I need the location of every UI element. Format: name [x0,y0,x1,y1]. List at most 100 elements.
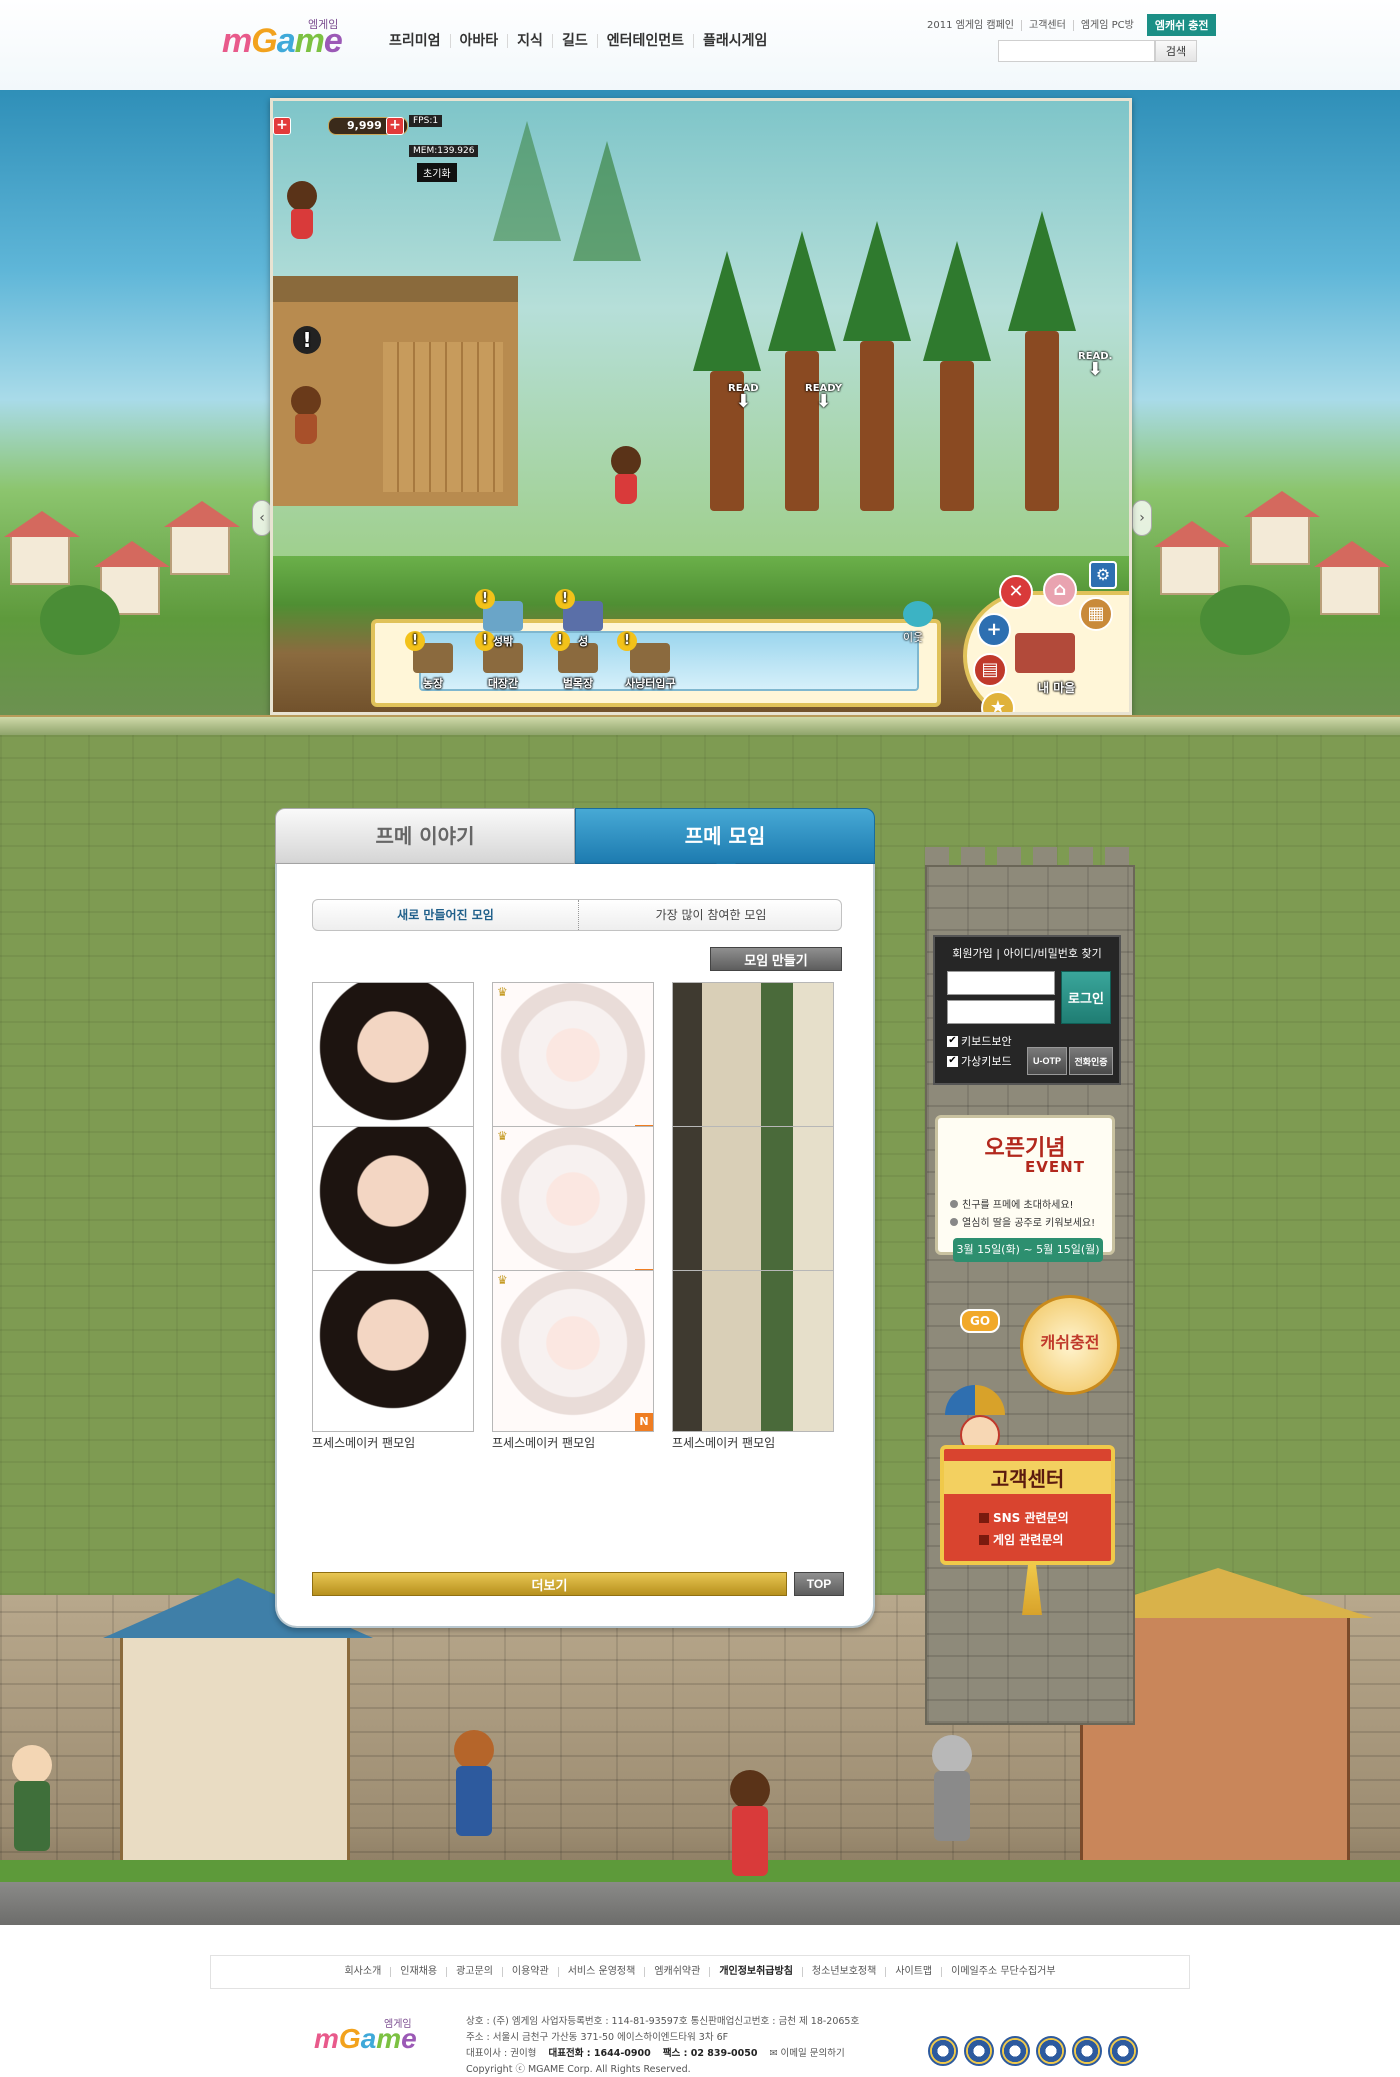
customer-center-link[interactable]: 고객센터 [1022,19,1074,31]
neighbor-icon [903,601,933,627]
scroll-right-arrow[interactable]: › [1132,500,1152,536]
meetup-caption[interactable]: 프세스메이커 팬모임 [672,1434,834,1451]
location-blacksmith[interactable]: ! 대장간 [475,631,523,691]
road-strip [0,1882,1400,1925]
nav-knowledge[interactable]: 지식 [508,34,553,48]
email-inquiry-link[interactable]: ✉ 이메일 문의하기 [770,2048,845,2059]
more-button[interactable]: 더보기 [312,1572,787,1596]
open-event-banner[interactable]: 오픈기념 EVENT 친구를 프메에 초대하세요! 열심히 딸을 공주로 키워보… [935,1115,1115,1262]
game-inquiry-link[interactable]: 게임 관련문의 [979,1531,1063,1548]
footer-link[interactable]: 이메일주소 무단수집거부 [942,1967,1064,1977]
nav-guild[interactable]: 길드 [553,34,598,48]
footer-link[interactable]: 이용약관 [503,1967,559,1977]
neighbor-button[interactable]: 이웃 [903,601,933,645]
tab-meetup[interactable]: 프메 모임 [575,808,875,875]
certification-badge-icon[interactable] [1036,2036,1066,2066]
location-hunting-ground[interactable]: ! 사냥터입구 [617,631,676,691]
password-input[interactable] [947,1000,1055,1024]
footer-link[interactable]: 서비스 운영정책 [559,1967,646,1977]
footer-link[interactable]: 광고문의 [447,1967,503,1977]
company-info: 상호 : (주) 엠게임 사업자등록번호 : 114-81-93597호 통신판… [466,2016,860,2027]
nav-avatar[interactable]: 아바타 [451,34,509,48]
meetup-thumbnail[interactable] [672,982,834,1144]
trophy-icon[interactable]: ★ [981,691,1015,712]
meetup-card[interactable]: 프세스메이커 팬모임 [672,1270,834,1450]
subtab-newest[interactable]: 새로 만들어진 모임 [313,900,578,930]
quest-exclaim-icon[interactable]: ! [293,326,321,354]
nav-flash-game[interactable]: 플래시게임 [694,34,776,48]
cash-charge-banner[interactable]: GO 캐쉬충전 [960,1295,1125,1395]
keyboard-security-checkbox[interactable]: ✔ 키보드보안 [947,1033,1012,1049]
footer-link[interactable]: 개인정보취급방침 [710,1967,803,1977]
meetup-caption[interactable]: 프세스메이커 팬모임 [312,1434,474,1451]
join-link[interactable]: 회원가입 [952,947,992,960]
location-farm[interactable]: ! 농장 [405,631,453,691]
village-house [1244,491,1320,565]
subtab-most-joined[interactable]: 가장 많이 참여한 모임 [578,900,843,930]
certification-badge-icon[interactable] [928,2036,958,2066]
certification-badge-icon[interactable] [964,2036,994,2066]
meetup-thumbnail[interactable] [672,1270,834,1432]
meetup-caption[interactable]: 프세스메이커 팬모임 [492,1434,654,1451]
certification-badge-icon[interactable] [1108,2036,1138,2066]
meetup-thumbnail[interactable] [672,1126,834,1288]
add-icon[interactable]: + [977,613,1011,647]
tab-story[interactable]: 프메 이야기 [275,808,575,864]
sns-inquiry-link[interactable]: SNS 관련문의 [979,1509,1069,1526]
shop-icon[interactable]: ⌂ [1043,573,1077,607]
create-meetup-button[interactable]: 모임 만들기 [710,947,842,971]
my-village-icon[interactable] [1015,633,1075,673]
inventory-icon[interactable]: ▤ [973,653,1007,687]
hud-add-button[interactable]: + [273,117,291,135]
certification-badge-icon[interactable] [1072,2036,1102,2066]
location-lumberyard[interactable]: ! 벌목장 [550,631,598,691]
my-village-label[interactable]: 내 마을 [1038,679,1075,696]
meetup-thumbnail[interactable]: ♛N [492,1270,654,1432]
hero-ledge [0,715,1400,735]
footer-link[interactable]: 인재채용 [391,1967,448,1977]
nav-premium[interactable]: 프리미엄 [380,34,451,48]
npc-girl[interactable] [611,446,641,506]
campaign-link[interactable]: 2011 엠게임 캠페인 [920,19,1023,31]
certification-badge-icon[interactable] [1000,2036,1030,2066]
virtual-keyboard-checkbox[interactable]: ✔ 가상키보드 [947,1053,1012,1069]
player-character[interactable] [287,181,317,241]
copyright: Copyright ⓒ MGAME Corp. All Rights Reser… [466,2064,691,2075]
location-castle[interactable]: ! 성 [555,589,603,649]
meetup-card[interactable]: ♛N 프세스메이커 팬모임 [492,1270,654,1450]
footer-link[interactable]: 청소년보호정책 [803,1967,887,1977]
meetup-thumbnail[interactable]: ♛N [492,1126,654,1288]
nav-entertainment[interactable]: 엔터테인먼트 [598,34,694,48]
fax-number: 팩스 : 02 839-0050 [662,2048,758,2059]
top-button[interactable]: TOP [794,1572,844,1596]
mcash-charge-button[interactable]: 엠캐쉬 충전 [1146,14,1217,36]
footer-link[interactable]: 회사소개 [335,1967,392,1977]
id-input[interactable] [947,971,1055,995]
reset-button[interactable]: 초기화 [417,163,457,182]
close-icon[interactable]: ✕ [999,575,1033,609]
login-button[interactable]: 로그인 [1061,971,1111,1024]
meetup-thumbnail[interactable] [312,1126,474,1288]
npc-woodcutter[interactable] [291,386,321,446]
meetup-thumbnail[interactable] [312,1270,474,1432]
phone-auth-button[interactable]: 전화인증 [1069,1047,1113,1075]
meetup-card[interactable]: 프세스메이커 팬모임 [312,1270,474,1450]
game-canvas[interactable]: + 9,999 + FPS:1 MEM:139.926 초기화 READ ⬇ RE… [270,98,1132,715]
settings-gear-icon[interactable]: ⚙ [1089,561,1117,589]
uotp-button[interactable]: U-OTP [1027,1047,1067,1075]
location-outside-castle[interactable]: ! 성밖 [475,589,523,649]
footer-link[interactable]: 사이트맵 [886,1967,943,1977]
meetup-thumbnail[interactable] [312,982,474,1144]
pc-room-link[interactable]: 엠게임 PC방 [1074,20,1141,31]
footer-link[interactable]: 엠캐쉬약관 [645,1967,711,1977]
hud-add-coins-button[interactable]: + [386,117,404,135]
go-button[interactable]: GO [960,1309,1001,1333]
npc-knight [930,1735,974,1845]
storage-icon[interactable]: ▦ [1079,597,1113,631]
mgame-logo[interactable]: 엠게임 mGame [222,10,352,60]
find-account-link[interactable]: 아이디/비밀번호 찾기 [1003,947,1101,960]
search-button[interactable]: 검색 [1155,40,1197,62]
meetup-thumbnail[interactable]: ♛N [492,982,654,1144]
scroll-left-arrow[interactable]: ‹ [252,500,272,536]
search-input[interactable] [998,40,1155,62]
